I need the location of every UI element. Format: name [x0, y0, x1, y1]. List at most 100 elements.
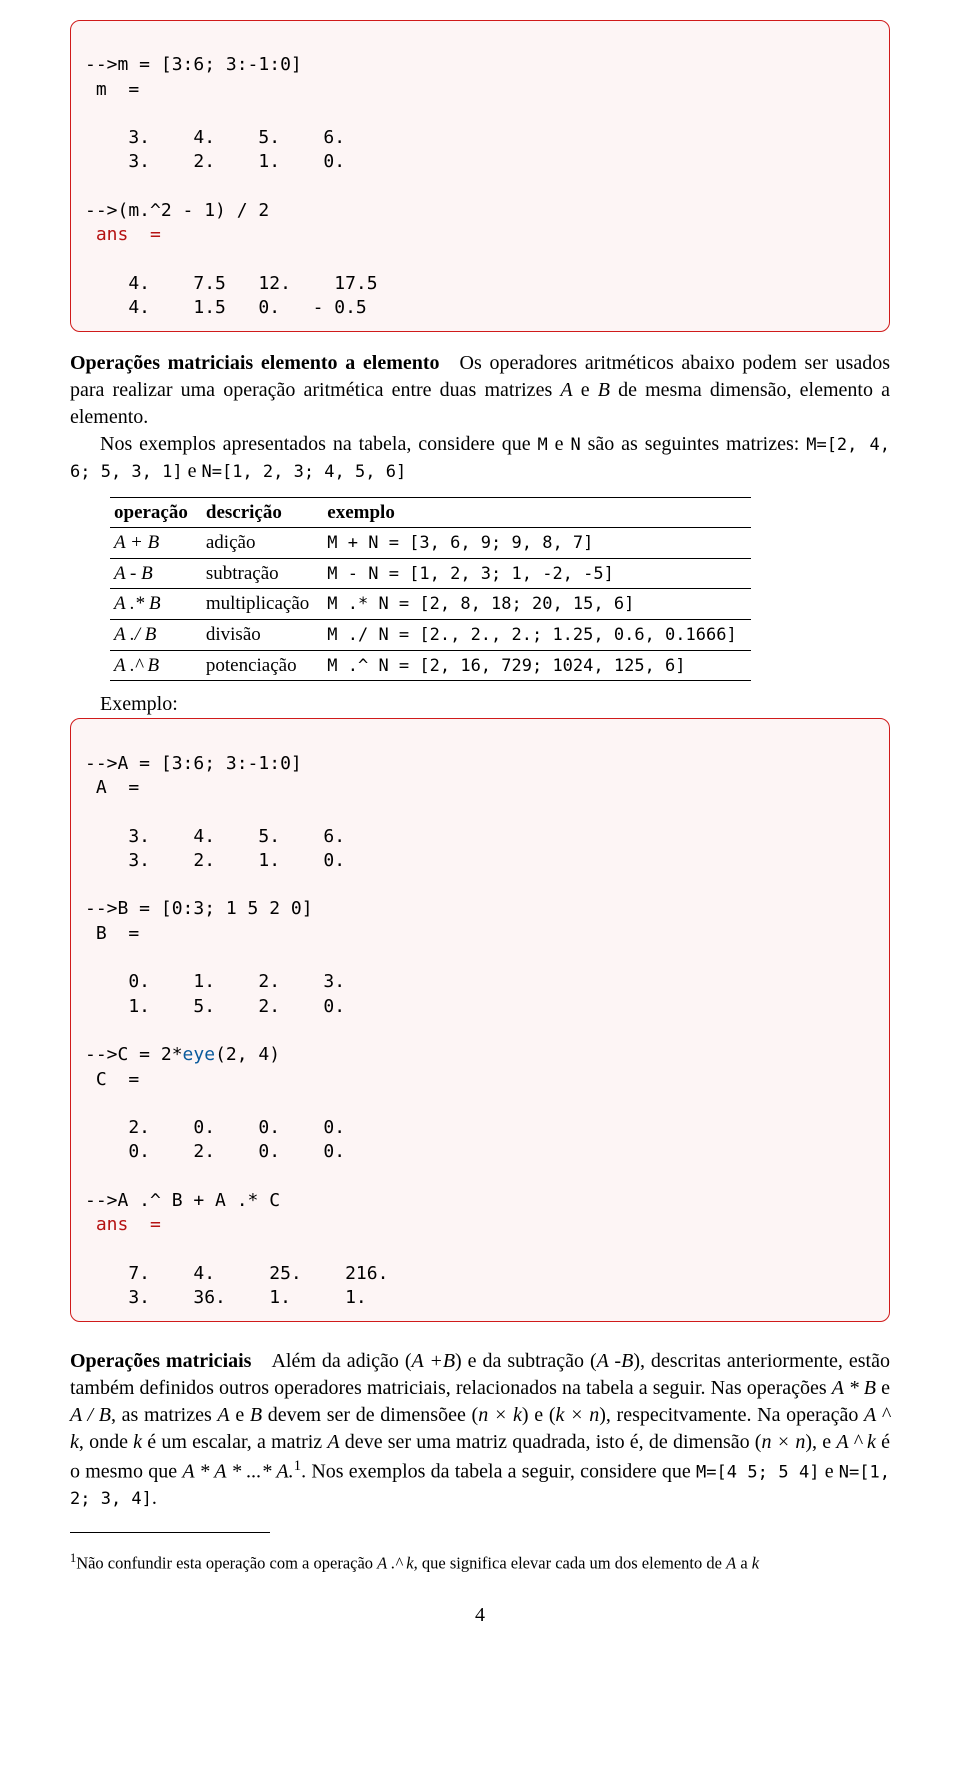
- code-line: 2. 0. 0. 0.: [85, 1117, 345, 1138]
- text: devem ser de dimensõee (: [262, 1404, 478, 1426]
- op-cell: A - B: [110, 558, 202, 589]
- var-A: A: [217, 1404, 229, 1426]
- col-desc: descrição: [202, 497, 323, 528]
- text: e: [183, 460, 202, 482]
- expr-A-caret-k: A ^ k: [836, 1431, 876, 1453]
- code-literal-M: M: [538, 435, 548, 455]
- text: é um escalar, a matriz: [142, 1431, 327, 1453]
- expr-A-slash-B: A / B: [70, 1404, 111, 1426]
- code-line: 3. 4. 5. 6.: [85, 826, 345, 847]
- code-line: 3. 4. 5. 6.: [85, 127, 345, 148]
- ex-cell: M ./ N = [2., 2., 2.; 1.25, 0.6, 0.1666]: [323, 620, 750, 651]
- section-title-matrix-ops: Operações matriciais: [70, 1350, 251, 1372]
- code-line: m =: [85, 79, 139, 100]
- code-line: -->A .^ B + A .* C: [85, 1190, 280, 1211]
- code-line: 0. 1. 2. 3.: [85, 971, 345, 992]
- text: ) e (: [522, 1404, 556, 1426]
- code-line: 7. 4. 25. 216.: [85, 1263, 388, 1284]
- text: ) e da subtração (: [455, 1350, 597, 1372]
- expr-A-star-B: A * B: [832, 1377, 876, 1399]
- text: e: [876, 1377, 890, 1399]
- code-line: 1. 5. 2. 0.: [85, 996, 345, 1017]
- code-line: C =: [85, 1069, 139, 1090]
- desc-cell: divisão: [202, 620, 323, 651]
- code-line: 3. 2. 1. 0.: [85, 151, 345, 172]
- text: são as seguintes matrizes:: [581, 433, 807, 455]
- var-B: B: [598, 379, 610, 401]
- col-op: operação: [110, 497, 202, 528]
- code-line: -->A = [3:6; 3:-1:0]: [85, 753, 302, 774]
- code-line: -->B = [0:3; 1 5 2 0]: [85, 898, 313, 919]
- code-line-ans: ans =: [85, 224, 161, 245]
- expr-A-star-A: A * A * ...* A.: [182, 1460, 293, 1482]
- col-example: exemplo: [323, 497, 750, 528]
- footnote-1: 1Não confundir esta operação com a opera…: [70, 1550, 890, 1575]
- var-k: k: [752, 1553, 759, 1572]
- paragraph-elementwise-intro: Operações matriciais elemento a elemento…: [70, 350, 890, 431]
- text: Além da adição (: [251, 1350, 411, 1372]
- var-A: A: [327, 1431, 339, 1453]
- code-line: 3. 36. 1. 1.: [85, 1287, 367, 1308]
- dim-nk: n × k: [478, 1404, 522, 1426]
- table-row: A - B subtração M - N = [1, 2, 3; 1, -2,…: [110, 558, 751, 589]
- section-title-elementwise: Operações matriciais elemento a elemento: [70, 352, 440, 374]
- text: e: [819, 1460, 838, 1482]
- ex-cell: M - N = [1, 2, 3; 1, -2, -5]: [323, 558, 750, 589]
- code-line: 0. 2. 0. 0.: [85, 1141, 345, 1162]
- exemplo-label: Exemplo:: [70, 691, 890, 718]
- op-cell: A ./ B: [110, 620, 202, 651]
- text: , onde: [79, 1431, 133, 1453]
- paragraph-elementwise-note: Nos exemplos apresentados na tabela, con…: [70, 431, 890, 485]
- desc-cell: potenciação: [202, 650, 323, 681]
- code-literal-Ndef: N=[1, 2, 3; 4, 5, 6]: [201, 462, 406, 482]
- var-A: A: [560, 379, 572, 401]
- table-row: A .^ B potenciação M .^ N = [2, 16, 729;…: [110, 650, 751, 681]
- code-block-m-example: -->m = [3:6; 3:-1:0] m = 3. 4. 5. 6. 3. …: [70, 20, 890, 332]
- text: , as matrizes: [111, 1404, 217, 1426]
- code-literal-N: N: [570, 435, 580, 455]
- code-line: 4. 7.5 12. 17.5: [85, 273, 378, 294]
- text: ), respecitvamente. Na operação: [599, 1404, 864, 1426]
- code-line: 4. 1.5 0. - 0.5: [85, 297, 367, 318]
- code-line: 3. 2. 1. 0.: [85, 850, 345, 871]
- text: e: [573, 379, 598, 401]
- table-row: A + B adição M + N = [3, 6, 9; 9, 8, 7]: [110, 528, 751, 559]
- op-cell: A .* B: [110, 589, 202, 620]
- code-line: A =: [85, 777, 139, 798]
- text: e: [548, 433, 571, 455]
- dim-kn: k × n: [555, 1404, 599, 1426]
- code-line: -->m = [3:6; 3:-1:0]: [85, 54, 302, 75]
- ex-cell: M .* N = [2, 8, 18; 20, 15, 6]: [323, 589, 750, 620]
- ex-cell: M .^ N = [2, 16, 729; 1024, 125, 6]: [323, 650, 750, 681]
- desc-cell: adição: [202, 528, 323, 559]
- text: . Nos exemplos da tabela a seguir, consi…: [301, 1460, 696, 1482]
- code-line-ans: ans =: [85, 1214, 161, 1235]
- paragraph-matrix-ops: Operações matriciais Além da adição (A +…: [70, 1348, 890, 1513]
- page-number: 4: [70, 1602, 890, 1629]
- expr-A-plus-B: A +B: [412, 1350, 456, 1372]
- text: .: [152, 1487, 157, 1509]
- ex-cell: M + N = [3, 6, 9; 9, 8, 7]: [323, 528, 750, 559]
- text: , que significa elevar cada um dos eleme…: [414, 1553, 726, 1572]
- expr-A-minus-B: A -B: [597, 1350, 634, 1372]
- code-line: B =: [85, 923, 139, 944]
- code-block-abc-example: -->A = [3:6; 3:-1:0] A = 3. 4. 5. 6. 3. …: [70, 718, 890, 1321]
- var-A: A: [726, 1553, 736, 1572]
- text: Nos exemplos apresentados na tabela, con…: [100, 433, 538, 455]
- var-k: k: [133, 1431, 142, 1453]
- expr-A-dot-caret-k: A .^ k: [377, 1553, 413, 1572]
- text: a: [736, 1553, 752, 1572]
- dim-nn: n × n: [761, 1431, 805, 1453]
- table-row: A .* B multiplicação M .* N = [2, 8, 18;…: [110, 589, 751, 620]
- text: Não confundir esta operação com a operaç…: [76, 1553, 377, 1572]
- text: ), e: [805, 1431, 836, 1453]
- text: deve ser uma matriz quadrada, isto é, de…: [340, 1431, 762, 1453]
- table-header-row: operação descrição exemplo: [110, 497, 751, 528]
- var-B: B: [250, 1404, 262, 1426]
- text: e: [230, 1404, 250, 1426]
- elementwise-operations-table: operação descrição exemplo A + B adição …: [110, 497, 751, 682]
- op-cell: A + B: [110, 528, 202, 559]
- desc-cell: multiplicação: [202, 589, 323, 620]
- document-page: -->m = [3:6; 3:-1:0] m = 3. 4. 5. 6. 3. …: [0, 0, 960, 1649]
- desc-cell: subtração: [202, 558, 323, 589]
